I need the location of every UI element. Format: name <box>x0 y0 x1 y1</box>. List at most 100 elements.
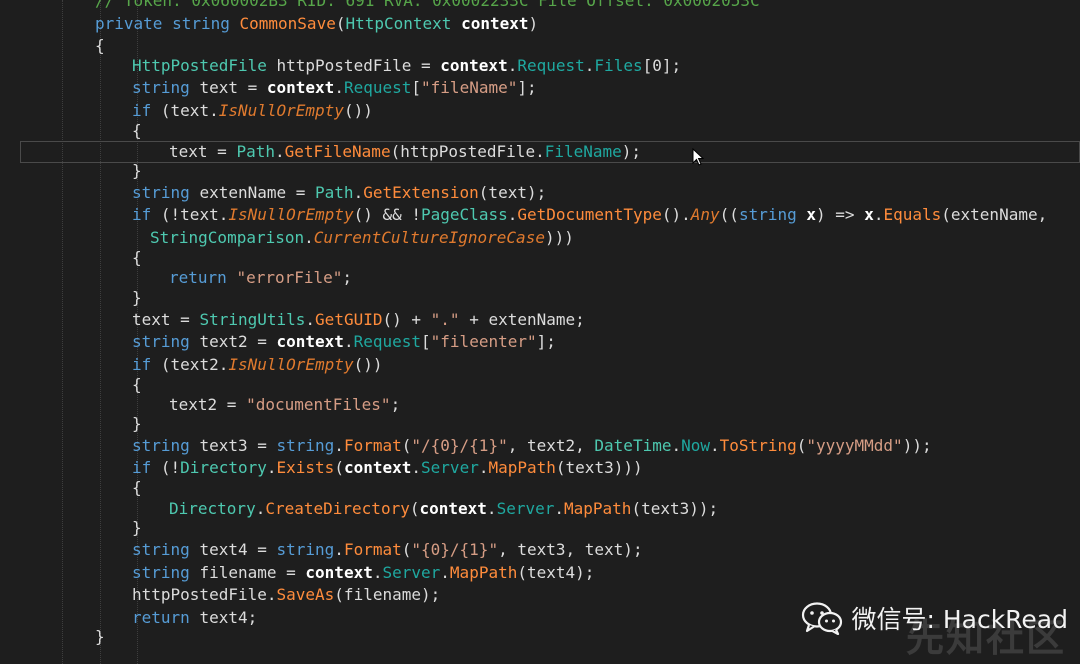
code-token: [ <box>421 332 431 351</box>
code-token: Request <box>353 332 422 351</box>
code-line[interactable]: StringComparison.CurrentCultureIgnoreCas… <box>150 227 574 249</box>
code-token: . <box>554 499 564 518</box>
code-token: (! <box>160 458 181 477</box>
code-token: { <box>132 121 142 140</box>
code-token: GetFileName <box>284 142 391 161</box>
code-line[interactable]: return text4; <box>132 607 257 629</box>
code-line[interactable]: text2 = "documentFiles"; <box>169 394 400 416</box>
code-line[interactable]: if (!Directory.Exists(context.Server.Map… <box>132 457 643 479</box>
code-line[interactable]: string text2 = context.Request["fileente… <box>132 331 556 353</box>
code-token: Server <box>421 458 479 477</box>
code-token: string <box>132 78 200 97</box>
code-line[interactable]: // Token: 0x060002B3 RID: 691 RVA: 0x000… <box>95 0 760 12</box>
code-line[interactable]: httpPostedFile.SaveAs(filename); <box>132 584 440 606</box>
code-token: IsNullOrEmpty <box>228 205 354 224</box>
code-token: context <box>419 499 487 518</box>
code-token: . <box>440 563 450 582</box>
code-token: MapPath <box>449 563 518 582</box>
code-token: Path <box>315 183 354 202</box>
code-line[interactable]: } <box>132 160 142 182</box>
code-token: ()) <box>343 101 373 120</box>
code-token: return <box>169 268 237 287</box>
code-token: . <box>334 436 344 455</box>
code-token: Request <box>343 78 412 97</box>
code-line[interactable]: text = Path.GetFileName(httpPostedFile.F… <box>169 141 641 163</box>
code-token: ; <box>342 268 353 287</box>
indent-guide <box>100 0 102 664</box>
code-token: context <box>461 14 529 33</box>
code-token: ()) <box>353 355 383 374</box>
code-token: (extenName, <box>941 205 1048 224</box>
code-token: ]; <box>517 78 537 97</box>
code-token: FileName <box>544 142 622 161</box>
code-token: CreateDirectory <box>265 499 410 518</box>
code-token: MapPath <box>564 499 632 518</box>
code-token: { <box>95 36 105 55</box>
code-token: (text3)); <box>631 499 719 518</box>
code-token: if <box>132 205 161 224</box>
code-token: PageClass <box>421 205 508 224</box>
code-token: Server <box>496 499 555 518</box>
code-token: "." <box>430 310 460 329</box>
code-token: [0]; <box>642 56 682 75</box>
code-line[interactable]: } <box>95 626 105 648</box>
code-line[interactable]: } <box>132 287 142 309</box>
code-token: "fileName" <box>421 78 518 97</box>
code-token: text2 = <box>199 332 277 351</box>
code-token: . <box>584 56 595 75</box>
code-token: IsNullOrEmpty <box>218 101 344 120</box>
code-token: . <box>334 78 344 97</box>
code-token: (text); <box>478 183 547 202</box>
code-token: string <box>172 14 240 33</box>
code-token: (text. <box>160 101 219 120</box>
code-line[interactable]: { <box>132 120 142 142</box>
code-token: CurrentCultureIgnoreCase <box>313 228 545 247</box>
code-line[interactable]: return "errorFile"; <box>169 267 352 289</box>
code-token: Server <box>382 563 441 582</box>
code-token: GetGUID <box>315 310 383 329</box>
code-token: () + <box>382 310 431 329</box>
code-token: string <box>132 563 200 582</box>
code-token: HttpPostedFile <box>132 56 277 75</box>
code-token: + extenName; <box>459 310 585 329</box>
code-token: . <box>266 458 277 477</box>
code-line[interactable]: } <box>132 517 142 539</box>
code-line[interactable]: if (!text.IsNullOrEmpty() && !PageClass.… <box>132 204 1047 226</box>
code-line[interactable]: Directory.CreateDirectory(context.Server… <box>169 498 718 520</box>
code-line[interactable]: { <box>132 477 142 499</box>
code-line[interactable]: if (text2.IsNullOrEmpty()) <box>132 354 382 376</box>
code-line[interactable]: private string CommonSave(HttpContext co… <box>95 13 538 35</box>
code-line[interactable]: { <box>132 247 142 269</box>
code-token: Now <box>681 436 711 455</box>
code-line[interactable]: string extenName = Path.GetExtension(tex… <box>132 182 546 204</box>
code-token: text = <box>132 310 200 329</box>
code-editor[interactable]: // Token: 0x060002B3 RID: 691 RVA: 0x000… <box>0 0 1080 664</box>
code-line[interactable]: text = StringUtils.GetGUID() + "." + ext… <box>132 309 585 331</box>
code-token: if <box>132 458 161 477</box>
code-line[interactable]: { <box>132 374 142 396</box>
code-token: (text2. <box>160 355 229 374</box>
code-token: } <box>132 161 142 180</box>
code-token: text = <box>169 142 237 161</box>
code-line[interactable]: if (text.IsNullOrEmpty()) <box>132 100 373 122</box>
code-line[interactable]: { <box>95 35 105 57</box>
code-token: . <box>507 56 518 75</box>
code-line[interactable]: HttpPostedFile httpPostedFile = context.… <box>132 55 681 77</box>
code-token: "errorFile" <box>236 268 343 287</box>
code-line[interactable]: string text3 = string.Format("/{0}/{1}",… <box>132 435 932 457</box>
code-token: (text3))) <box>555 458 643 477</box>
code-line[interactable]: string text4 = string.Format("{0}/{1}", … <box>132 539 643 561</box>
code-token: IsNullOrEmpty <box>228 355 354 374</box>
code-line[interactable]: string text = context.Request["fileName"… <box>132 77 537 99</box>
code-token: (text4); <box>517 563 595 582</box>
code-token: string <box>132 436 200 455</box>
code-token: } <box>132 288 142 307</box>
code-token: string <box>132 183 200 202</box>
code-token: ( <box>401 540 412 559</box>
code-line[interactable]: string filename = context.Server.MapPath… <box>132 562 594 584</box>
code-token: StringUtils <box>199 310 306 329</box>
code-token: Format <box>343 436 402 455</box>
code-line[interactable]: } <box>132 413 142 435</box>
code-token: . <box>507 205 518 224</box>
code-token: string <box>738 205 807 224</box>
